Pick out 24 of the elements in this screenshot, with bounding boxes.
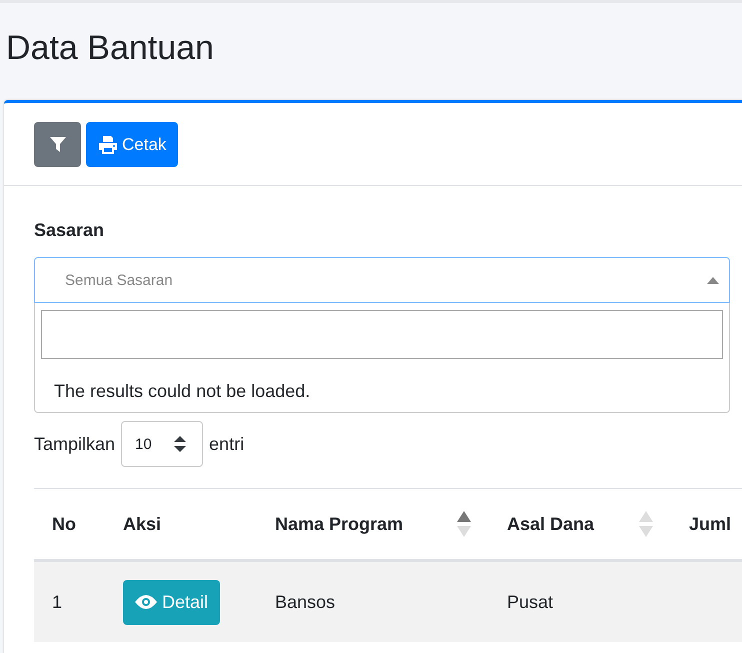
column-header[interactable]: Asal Dana <box>507 514 594 534</box>
column-header[interactable]: Juml <box>689 514 732 534</box>
printer-icon <box>98 136 118 154</box>
print-button[interactable]: Cetak <box>86 122 178 167</box>
column-header[interactable]: No <box>52 514 76 534</box>
filter-button[interactable] <box>34 122 81 167</box>
page-title: Data Bantuan <box>5 28 215 69</box>
table-cell: Bansos <box>257 560 489 642</box>
length-label: entri <box>209 434 244 454</box>
table-cell: 1 <box>34 560 105 642</box>
eye-icon <box>135 595 157 609</box>
filter-icon <box>48 136 66 154</box>
target-select[interactable]: Semua Sasaran <box>34 257 730 303</box>
error-message: The results could not be loaded. <box>53 380 312 402</box>
updown-icon <box>174 436 186 452</box>
column-header[interactable]: Aksi <box>123 514 162 534</box>
caret-icon <box>707 276 719 284</box>
entries-select[interactable]: 10 <box>121 421 204 467</box>
sort-icon[interactable] <box>457 511 471 537</box>
column-header[interactable]: Nama Program <box>275 514 404 534</box>
table-cell: Pusat <box>489 560 671 642</box>
search-field[interactable] <box>41 310 723 359</box>
field-label: Sasaran <box>34 220 106 241</box>
length-label: Tampilkan <box>34 434 116 454</box>
